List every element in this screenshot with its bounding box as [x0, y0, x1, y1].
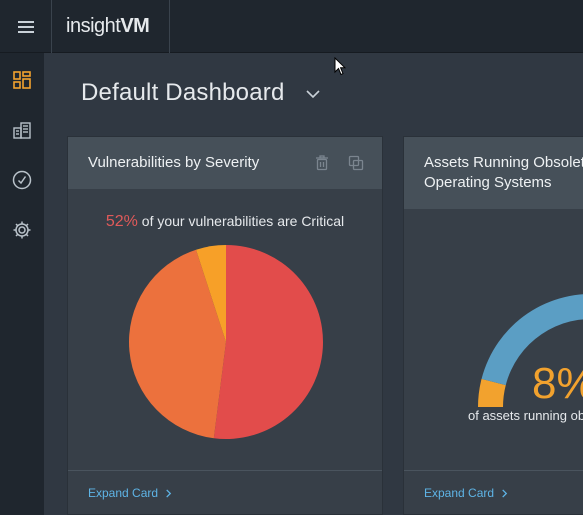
card-footer: Expand Card: [68, 470, 382, 514]
severity-headline: 52% of your vulnerabilities are Critical: [68, 213, 382, 231]
card-obsolete-operating-systems: Assets Running Obsolete Operating System…: [403, 136, 583, 515]
sidebar-item-assets[interactable]: [0, 105, 44, 155]
logo-text: insightVM: [66, 15, 150, 37]
gear-icon: [13, 221, 31, 239]
copy-icon: [348, 155, 364, 171]
dashboard-icon: [13, 71, 31, 89]
trash-icon: [316, 155, 328, 171]
expand-card-label: Expand Card: [88, 486, 159, 500]
critical-percent: 52%: [105, 213, 138, 230]
card-title: Vulnerabilities by Severity: [88, 154, 260, 171]
card-header: Assets Running Obsolete Operating System…: [404, 137, 583, 209]
sidebar-item-dashboard[interactable]: [0, 55, 44, 105]
card-actions: [314, 155, 364, 171]
gauge-percent: 8%: [532, 359, 583, 408]
app-logo[interactable]: insightVM: [52, 0, 170, 53]
card-title-line2: Operating Systems: [424, 174, 552, 191]
dashboard-main: Default Dashboard Vulnerabilities by Sev…: [44, 53, 583, 515]
menu-button[interactable]: [0, 0, 52, 53]
sidebar-item-settings[interactable]: [0, 205, 44, 255]
sidebar-item-remediation[interactable]: [0, 155, 44, 205]
expand-card-label: Expand Card: [424, 486, 495, 500]
card-footer: Expand Card: [404, 470, 583, 514]
expand-card-link[interactable]: Expand Card: [88, 486, 173, 500]
hamburger-icon: [17, 21, 34, 33]
top-bar: insightVM: [0, 0, 583, 53]
mouse-cursor-icon: [334, 57, 346, 76]
chevron-right-icon: [502, 489, 508, 498]
gauge-caption: of assets running obsolete: [468, 408, 583, 423]
card-title-line1: Assets Running Obsolete: [424, 154, 583, 171]
sidebar: [0, 53, 44, 515]
card-vulnerabilities-by-severity: Vulnerabilities by Severity 52% of your …: [67, 136, 383, 515]
headline-text: of your vulnerabilities are Critical: [137, 213, 345, 229]
checkmark-circle-icon: [12, 170, 32, 190]
chevron-right-icon: [166, 489, 172, 498]
card-title: Assets Running Obsolete Operating System…: [424, 153, 583, 193]
expand-card-link[interactable]: Expand Card: [424, 486, 509, 500]
severity-pie-chart[interactable]: [128, 244, 324, 440]
pie-slice-critical[interactable]: [213, 245, 323, 439]
dashboard-title: Default Dashboard: [81, 79, 285, 106]
card-header: Vulnerabilities by Severity: [68, 137, 382, 189]
chevron-down-icon: [306, 90, 320, 99]
duplicate-card-button[interactable]: [348, 155, 364, 171]
pie-svg: [128, 245, 323, 439]
buildings-icon: [13, 122, 31, 139]
delete-card-button[interactable]: [314, 155, 330, 171]
dashboard-dropdown[interactable]: [304, 85, 322, 103]
